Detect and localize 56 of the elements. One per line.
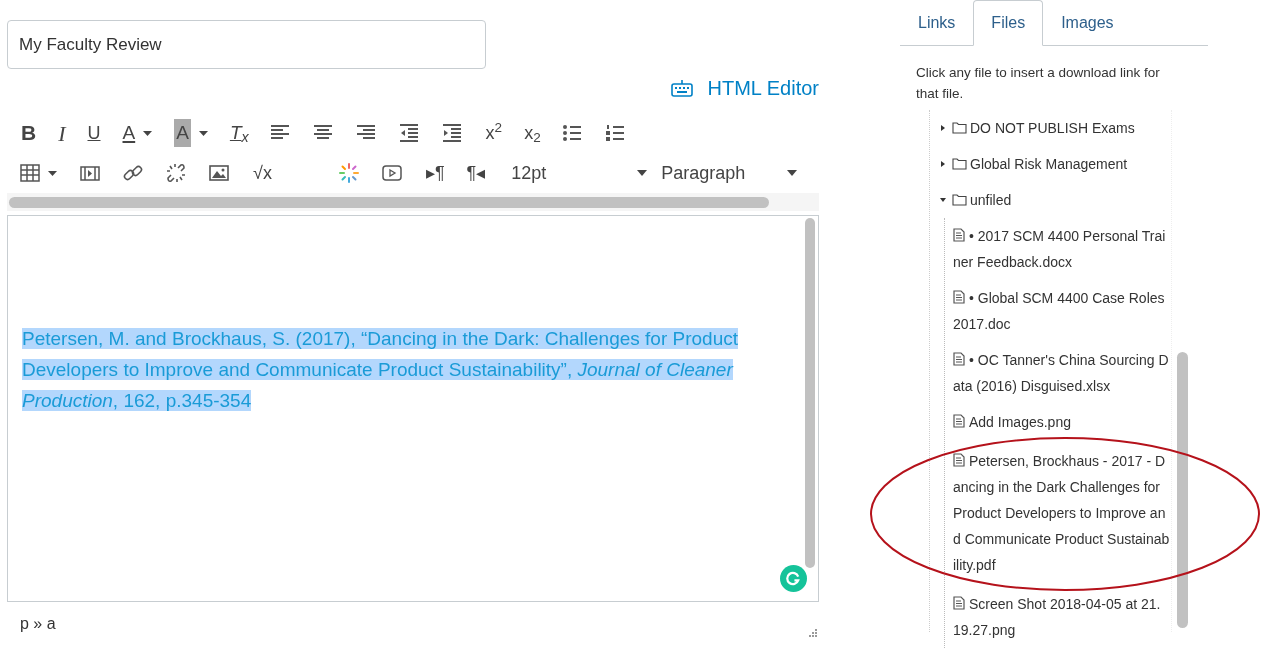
- tab[interactable]: Images: [1043, 0, 1132, 45]
- bold-button[interactable]: B: [17, 117, 41, 149]
- file-item[interactable]: Add Images.png: [953, 404, 1171, 440]
- unlink-icon: [166, 163, 186, 183]
- toolbar-button[interactable]: √x: [249, 157, 276, 189]
- play-box-icon: [381, 163, 402, 183]
- tab[interactable]: Files: [973, 0, 1044, 46]
- html-editor-link[interactable]: HTML Editor: [671, 73, 819, 103]
- title-field[interactable]: My Faculty Review: [7, 20, 486, 69]
- folder-icon: [952, 158, 967, 170]
- folder-item[interactable]: DO NOT PUBLISH Exams: [930, 110, 1135, 146]
- document-icon: [953, 453, 965, 467]
- dropdown[interactable]: Paragraph: [655, 157, 804, 189]
- film-icon: [80, 163, 100, 183]
- text-color-button[interactable]: A: [118, 117, 157, 149]
- element-path: p » a: [20, 614, 56, 634]
- tab[interactable]: Links: [900, 0, 974, 45]
- document-icon: [953, 228, 965, 242]
- file-item[interactable]: • OC Tanner's China Sourcing D ata (2016) Disguised.xlsx: [953, 342, 1171, 404]
- document-icon: [953, 290, 965, 304]
- vertical-scrollbar[interactable]: [805, 218, 815, 568]
- file-item[interactable]: Screen Shot 2018-04-05 at 21. 19.27.png: [953, 586, 1171, 648]
- folder-item[interactable]: Global Risk Management: [930, 146, 1128, 182]
- vertical-scrollbar[interactable]: [1176, 352, 1188, 628]
- folder-icon: [952, 122, 967, 134]
- document-icon: [953, 596, 965, 610]
- folder-icon: [952, 194, 967, 206]
- highlight-button[interactable]: A: [170, 117, 212, 149]
- file-item[interactable]: • 2017 SCM 4400 Personal Trai ner Feedback.docx: [953, 218, 1171, 280]
- document-icon: [953, 414, 965, 428]
- citation-text: Petersen, M. and Brockhaus, S. (2017), “Dancing in the Dark: Challenges for Product Developers to Improve and Communicate Product Sustainability”, Journal of Cleaner Production, 162, p.345-354: [22, 327, 740, 413]
- toolbar-button[interactable]: ▸¶: [421, 157, 449, 189]
- horizontal-scrollbar[interactable]: [9, 196, 769, 208]
- document-icon: [953, 352, 965, 366]
- outdent-icon: [398, 123, 419, 143]
- indent-icon: [441, 123, 462, 143]
- caret-icon: [787, 170, 798, 176]
- dropdown[interactable]: 12pt: [505, 157, 654, 189]
- italic-button[interactable]: I: [54, 117, 70, 149]
- folder-item[interactable]: unfiled: [930, 182, 1012, 218]
- file-item[interactable]: • Global SCM 4400 Case Roles 2017.doc: [953, 280, 1171, 342]
- hint-text: Click any file to insert a download link for that file.: [915, 64, 1161, 103]
- numbered-list-icon: [604, 123, 625, 143]
- image-icon: [209, 163, 229, 183]
- table-icon: [20, 163, 40, 183]
- resize-handle-icon[interactable]: [809, 629, 817, 637]
- caret-icon: [637, 170, 648, 176]
- link-icon: [123, 163, 143, 183]
- underline-button[interactable]: U: [83, 117, 105, 149]
- toolbar-button[interactable]: x$_{2}$: [520, 117, 545, 149]
- clear-format-button[interactable]: T$_{x}$: [225, 117, 253, 149]
- toolbar-button[interactable]: x$^{2}$: [481, 117, 507, 149]
- sparkle-icon: [338, 163, 359, 183]
- toolbar-button[interactable]: ¶◂: [462, 157, 490, 189]
- bullet-list-icon: [561, 123, 582, 143]
- keyboard-icon: [671, 79, 694, 97]
